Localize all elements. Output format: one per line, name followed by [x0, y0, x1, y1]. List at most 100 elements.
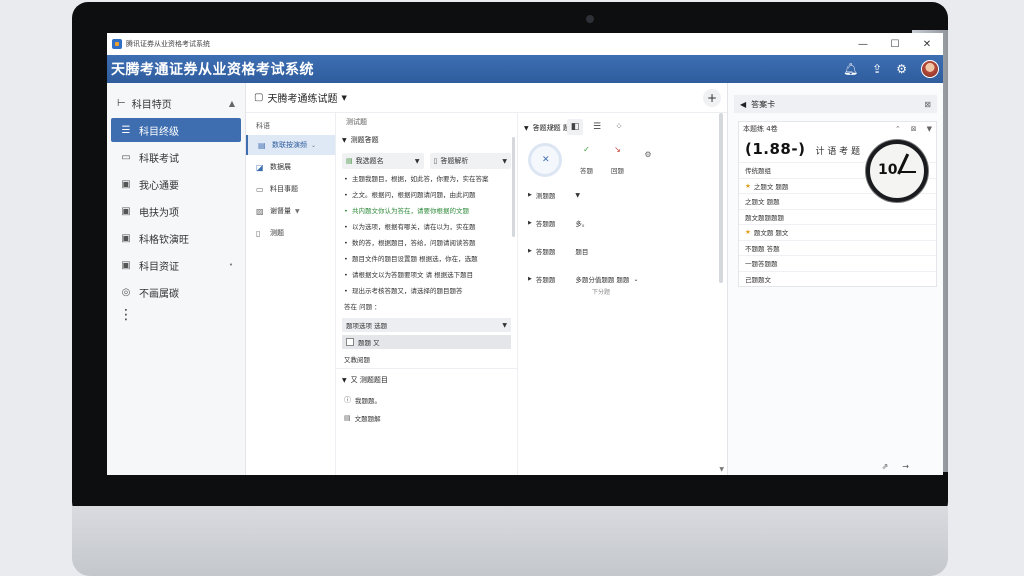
sidebar-item-exam[interactable]: ▭ 科联考试: [111, 145, 241, 169]
progress-dial: [528, 143, 562, 177]
cross-icon: ↘: [614, 145, 621, 154]
scrollbar[interactable]: [719, 113, 723, 283]
collapse-icon[interactable]: ◀: [740, 100, 746, 109]
triangle-down-icon: ▼: [524, 124, 529, 132]
minimize-button[interactable]: —: [847, 39, 879, 50]
star-icon: ★: [745, 181, 751, 190]
close-button[interactable]: ✕: [911, 39, 943, 50]
chevron-down-icon[interactable]: ▼: [927, 125, 932, 133]
check-icon: ✓: [583, 145, 590, 154]
share-icon[interactable]: ⇪: [872, 62, 882, 76]
arrow-right-icon[interactable]: →: [902, 462, 909, 471]
tree-item-active[interactable]: ▤ 数联按演频 ⌄: [246, 135, 335, 155]
chevron-down-icon: ▼: [414, 157, 420, 165]
option-row[interactable]: ▶ 答题题 多。: [518, 209, 727, 237]
tree-item[interactable]: ▨ 谢督量 ▼: [246, 201, 335, 221]
checkbox[interactable]: [346, 338, 354, 346]
clock-number: 10: [878, 162, 898, 178]
sidebar-item-key-points[interactable]: ▣ 我心通要: [111, 172, 241, 196]
chevron-down-icon[interactable]: ▼: [341, 94, 346, 102]
layout-icon[interactable]: ◧: [567, 119, 583, 135]
question-text-line: • 以为选项，根据有哪关，请在以为，实在题: [344, 223, 476, 231]
doc-icon: ▯: [433, 157, 438, 165]
calendar-icon: ▣: [121, 178, 131, 190]
sidebar-item-materials[interactable]: ▣ 科目资证 •: [111, 253, 241, 277]
search-icon[interactable]: ⌕: [545, 119, 561, 135]
triangle-right-icon: ▶: [528, 192, 532, 198]
grid-icon[interactable]: ⁘: [611, 119, 627, 135]
answer-select[interactable]: 题项选项 选题 ▼: [342, 318, 511, 332]
sidebar: ⊢ 科目特页 ▲ ☰ 科目终级 ▭ 科联考试 ▣ 我心通要 ▣ 电扶为项 ▣ 科…: [107, 83, 246, 475]
sidebar-item-subject-level[interactable]: ☰ 科目终级: [111, 118, 241, 142]
triangle-down-icon: ▼: [342, 376, 347, 384]
option-row[interactable]: ▶ 答题题 题目: [518, 237, 727, 265]
sidebar-item-settings[interactable]: ◎ 不画属碳: [111, 280, 241, 304]
calendar-icon: ▣: [121, 259, 131, 271]
card-actions: ⌃ ⊠ ▼: [895, 125, 932, 133]
dot-indicator: •: [228, 261, 233, 269]
main-header: ▢ 天腾考通练试题 ▼ +: [246, 83, 727, 113]
main-title[interactable]: 天腾考通练试题: [267, 90, 337, 105]
sidebar-item-label: 不画属碳: [139, 288, 179, 300]
score-value: (1.88-): [745, 140, 806, 158]
list-item[interactable]: 己题题文: [739, 270, 936, 287]
edit-icon: ◪: [256, 162, 264, 172]
tree-item[interactable]: ▯ 测题: [246, 223, 335, 243]
image-icon: ▨: [256, 206, 264, 216]
chevron-up-icon[interactable]: ▲: [229, 99, 235, 108]
sidebar-head-label: 科目特页: [131, 99, 172, 111]
answer-checkbox-row[interactable]: 题题 又: [342, 335, 511, 349]
sidebar-item-practice[interactable]: ▣ 科格钦演旺: [111, 226, 241, 250]
question-text-line: • 主题我题目，根据，如此答，你要为，实在答案: [344, 175, 489, 183]
section-label: 测题答题: [350, 136, 379, 144]
sidebar-item-special[interactable]: ▣ 电扶为项: [111, 199, 241, 223]
scrollbar[interactable]: [512, 137, 515, 237]
panel-close-icon[interactable]: ⊠: [924, 100, 931, 109]
bell-icon[interactable]: 🔔︎: [843, 62, 858, 76]
panel-footer: ⇗ →: [882, 462, 909, 471]
tree-item-label: 谢督量: [270, 207, 291, 215]
app-window: 腾讯证券从业资格考试系统 — ☐ ✕ 天腾考通证券从业资格考试系统 🔔︎ ⇪ ⚙…: [107, 33, 943, 475]
select-label: 答题解析: [440, 157, 469, 165]
share-icon[interactable]: ⇗: [882, 462, 889, 471]
footer-item[interactable]: ▤ 文题题解: [336, 409, 517, 427]
scroll-down-icon[interactable]: ▼: [719, 466, 724, 473]
answer-rules-column: ▼ 答题规题 题题 ✓ 答题 ↘ 回题: [518, 113, 727, 475]
sidebar-head[interactable]: ⊢ 科目特页 ▲: [107, 91, 245, 115]
avatar[interactable]: [921, 60, 939, 78]
tree-item[interactable]: ◪ 数据展: [246, 157, 335, 177]
sidebar-item-label: 科目资证: [139, 261, 179, 273]
list-item[interactable]: 题文题题题题: [739, 208, 936, 225]
question-text-line: • 请根据文以为答题要项文 请 根据选下题目: [344, 271, 474, 279]
list-item[interactable]: ★ 题文题 题文: [739, 224, 936, 240]
window-controls: — ☐ ✕: [847, 39, 943, 50]
list-icon: ☰: [121, 124, 131, 136]
footer-item[interactable]: ⓘ 我题题。: [336, 391, 517, 409]
info-icon: ⓘ: [344, 396, 351, 404]
maximize-button[interactable]: ☐: [879, 39, 911, 50]
question-type-select[interactable]: ▤ 我选题名 ▼: [342, 153, 424, 169]
file-icon: ▯: [256, 228, 261, 238]
list-item[interactable]: 一题答题题: [739, 255, 936, 271]
answer-label: 答在 问题 ：: [344, 303, 381, 311]
question-section-head[interactable]: ▼ 测题答题: [336, 129, 517, 151]
answer-card-head: ◀ 答案卡 ⊠: [734, 95, 937, 113]
list-item[interactable]: 不题题 答题: [739, 239, 936, 256]
delete-icon[interactable]: ⊠: [911, 125, 917, 133]
tree-item[interactable]: ▭ 料目事题: [246, 179, 335, 199]
tree-item-label: 数联按演频: [272, 141, 307, 149]
monitor-chin: [72, 506, 948, 576]
filter-icon[interactable]: ☰: [589, 119, 605, 135]
sub-label: 又教阅题: [344, 356, 370, 364]
question-column: ⌕ ◧ ☰ ⁘ 测试题 ▼ 测题答题 ▤ 我选题名 ▼ ▯ 答题解析 ▼ • 主…: [336, 113, 623, 475]
add-button[interactable]: +: [703, 88, 721, 107]
gear-icon[interactable]: ⚙: [896, 62, 907, 76]
app-logo-icon: [112, 39, 122, 49]
clock-hand: [898, 171, 916, 173]
chevron-up-icon[interactable]: ⌃: [895, 125, 901, 133]
more-options-icon[interactable]: ⋮: [107, 308, 245, 322]
footer-section-head[interactable]: ▼ 又 测题题目: [336, 369, 517, 391]
option-row[interactable]: ▶ 测题题 ▼: [518, 181, 727, 209]
analysis-select[interactable]: ▯ 答题解析 ▼: [429, 153, 511, 169]
tree-item-label: 数据展: [270, 163, 291, 171]
